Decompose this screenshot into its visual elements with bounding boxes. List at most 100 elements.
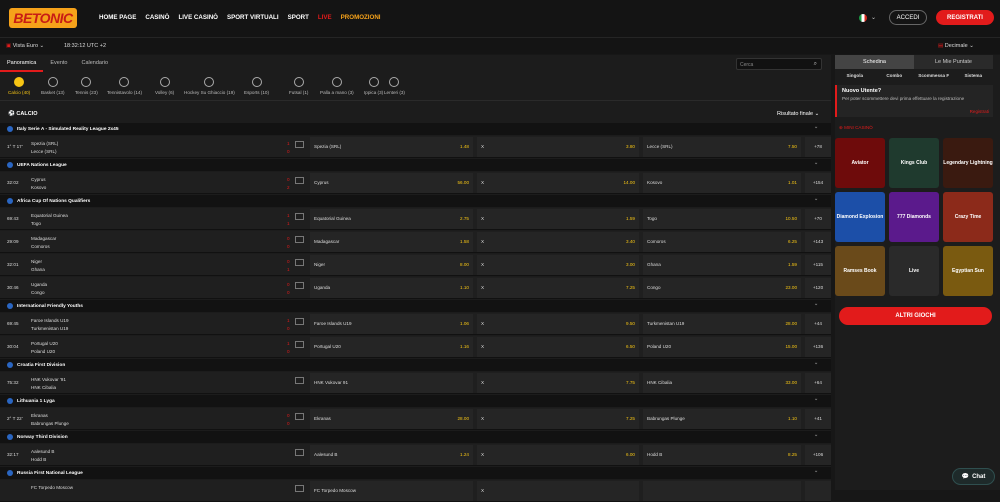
odd-home[interactable]: FC Torpedo Moscow: [310, 481, 473, 501]
chevron-down-icon[interactable]: ⌄: [814, 302, 818, 307]
tab-betslip[interactable]: Schedina: [835, 55, 914, 69]
odd-home[interactable]: Portugal U20 1.16: [310, 337, 473, 357]
odd-home[interactable]: Equatorial Guinea 2.75: [310, 209, 473, 229]
chevron-down-icon[interactable]: ⌄: [814, 125, 818, 130]
sport-filter-5[interactable]: Hockey Su Ghiaccio (19): [184, 77, 235, 95]
chevron-down-icon[interactable]: ⌄: [814, 361, 818, 366]
odd-draw[interactable]: X 14.00: [477, 173, 639, 193]
nav-virtual-sports[interactable]: SPORT VIRTUALI: [227, 14, 279, 21]
odd-home[interactable]: Cyprus 56.00: [310, 173, 473, 193]
sport-filter-4[interactable]: Volley (6): [155, 77, 174, 95]
game-tile[interactable]: Ramses Book: [835, 246, 885, 296]
event-row[interactable]: 69:45 Faroe Islands U19 Turkmenistan U19 1 0…: [0, 313, 831, 335]
bet-type-combo[interactable]: Combo: [875, 71, 915, 81]
league-header[interactable]: Norway Third Division ⌄: [0, 431, 831, 443]
more-markets-button[interactable]: +115: [805, 255, 831, 275]
odd-home[interactable]: Niger 8.00: [310, 255, 473, 275]
bet-type-system[interactable]: Sistema: [954, 71, 994, 81]
stats-icon[interactable]: [295, 377, 304, 384]
more-markets-button[interactable]: +120: [805, 278, 831, 298]
game-tile[interactable]: Live: [889, 246, 939, 296]
odd-away[interactable]: Hodd B 8.25: [643, 445, 801, 465]
stats-icon[interactable]: [295, 449, 304, 456]
odd-draw[interactable]: X 3.80: [477, 137, 639, 157]
more-markets-button[interactable]: +154: [805, 173, 831, 193]
game-tile[interactable]: Aviator: [835, 138, 885, 188]
odd-draw[interactable]: X 9.50: [477, 314, 639, 334]
stats-icon[interactable]: [295, 141, 304, 148]
chevron-down-icon[interactable]: ⌄: [814, 469, 818, 474]
betonic-logo[interactable]: BETONIC: [9, 8, 77, 28]
tab-overview[interactable]: Panoramica: [0, 55, 44, 72]
stats-icon[interactable]: [295, 236, 304, 243]
event-row[interactable]: FC Torpedo Moscow FC Torpedo Moscow X: [0, 480, 831, 502]
odd-draw[interactable]: X 7.25: [477, 278, 639, 298]
stats-icon[interactable]: [295, 485, 304, 492]
event-row[interactable]: 29:09 Madagascar Comoros 0 0 Madagascar 1.58 X 3…: [0, 231, 831, 253]
odd-away[interactable]: Poland U20 15.00: [643, 337, 801, 357]
search-icon[interactable]: ⌕: [814, 61, 817, 68]
odds-format-selector[interactable]: ▤ Decimale ⌄: [938, 43, 974, 49]
league-header[interactable]: UEFA Nations League ⌄: [0, 159, 831, 171]
more-markets-button[interactable]: +136: [805, 337, 831, 357]
league-header[interactable]: Russia First National League ⌄: [0, 467, 831, 479]
chevron-down-icon[interactable]: ⌄: [814, 197, 818, 202]
sport-filter-9[interactable]: Ippica (3): [364, 77, 383, 95]
stats-icon[interactable]: [295, 259, 304, 266]
chevron-down-icon[interactable]: ⌄: [871, 14, 876, 21]
game-tile[interactable]: 777 Diamonds: [889, 192, 939, 242]
more-markets-button[interactable]: +64: [805, 373, 831, 393]
event-row[interactable]: 32:02 Cyprus Kosovo 0 2 Cyprus 56.00 X 14.00 Koso…: [0, 172, 831, 194]
event-row[interactable]: 75:32 HNK Vukovar '91 HNK Cibalia HNK Vukov…: [0, 372, 831, 394]
odd-draw[interactable]: X 6.50: [477, 337, 639, 357]
event-row[interactable]: 32:17 Aalesund B Hodd B Aalesund B 1.24 X 6.00…: [0, 444, 831, 466]
odd-home[interactable]: Faroe Islands U19 1.06: [310, 314, 473, 334]
odd-home[interactable]: Ekranas 28.00: [310, 409, 473, 429]
stats-icon[interactable]: [295, 341, 304, 348]
event-row[interactable]: 30:04 Portugal U20 Poland U20 1 0 Portugal U2…: [0, 336, 831, 358]
stats-icon[interactable]: [295, 413, 304, 420]
game-tile[interactable]: Legendary Lightning: [943, 138, 993, 188]
odd-away[interactable]: Lecce (SRL) 7.50: [643, 137, 801, 157]
tab-event[interactable]: Evento: [43, 55, 74, 72]
nav-sport[interactable]: SPORT: [288, 14, 309, 21]
more-markets-button[interactable]: +44: [805, 314, 831, 334]
odd-away[interactable]: Comoros 6.25: [643, 232, 801, 252]
odd-draw[interactable]: X: [477, 481, 639, 501]
odd-away[interactable]: Ghana 1.59: [643, 255, 801, 275]
league-header[interactable]: Lithuania 1 Lyga ⌄: [0, 395, 831, 407]
odd-draw[interactable]: X 7.25: [477, 409, 639, 429]
odd-away[interactable]: Congo 23.00: [643, 278, 801, 298]
stats-icon[interactable]: [295, 318, 304, 325]
register-link[interactable]: Registrati: [970, 109, 989, 114]
game-tile[interactable]: Crazy Time: [943, 192, 993, 242]
sport-filter-1[interactable]: Basket (13): [41, 77, 65, 95]
stats-icon[interactable]: [295, 282, 304, 289]
odd-away[interactable]: [643, 481, 801, 501]
nav-home[interactable]: HOME PAGE: [99, 14, 136, 21]
odd-draw[interactable]: X 3.00: [477, 255, 639, 275]
chat-button[interactable]: 💬 Chat: [952, 468, 995, 485]
odd-draw[interactable]: X 6.00: [477, 445, 639, 465]
event-row[interactable]: 30:46 Uganda Congo 0 0 Uganda 1.10 X 7.25 Congo 23…: [0, 277, 831, 299]
league-header[interactable]: Croatia First Division ⌄: [0, 359, 831, 371]
odd-home[interactable]: Aalesund B 1.24: [310, 445, 473, 465]
league-header[interactable]: Italy Serie A - Simulated Reality League…: [0, 123, 831, 135]
league-header[interactable]: International Friendly Youths ⌄: [0, 300, 831, 312]
game-tile[interactable]: Kings Club: [889, 138, 939, 188]
sport-filter-3[interactable]: Tennistavolo (14): [107, 77, 142, 95]
more-markets-button[interactable]: +41: [805, 409, 831, 429]
event-row[interactable]: 69:43 Equatorial Guinea Togo 1 1 Equatorial G…: [0, 208, 831, 230]
odd-draw[interactable]: X 3.40: [477, 232, 639, 252]
bet-type-single[interactable]: Singola: [835, 71, 875, 81]
sport-filter-7[interactable]: Futsal (1): [289, 77, 308, 95]
sport-filter-8[interactable]: Palla a mano (3): [320, 77, 354, 95]
view-selector[interactable]: ▣ Vista Euro ⌄: [6, 43, 44, 49]
more-markets-button[interactable]: [805, 481, 831, 501]
odd-draw[interactable]: X 7.75: [477, 373, 639, 393]
nav-live-casino[interactable]: LIVE CASINÒ: [178, 14, 218, 21]
login-button[interactable]: ACCEDI: [889, 10, 927, 25]
odd-draw[interactable]: X 1.59: [477, 209, 639, 229]
tab-my-bets[interactable]: Le Mie Puntate: [914, 55, 993, 69]
odd-home[interactable]: HNK Vukovar 91: [310, 373, 473, 393]
